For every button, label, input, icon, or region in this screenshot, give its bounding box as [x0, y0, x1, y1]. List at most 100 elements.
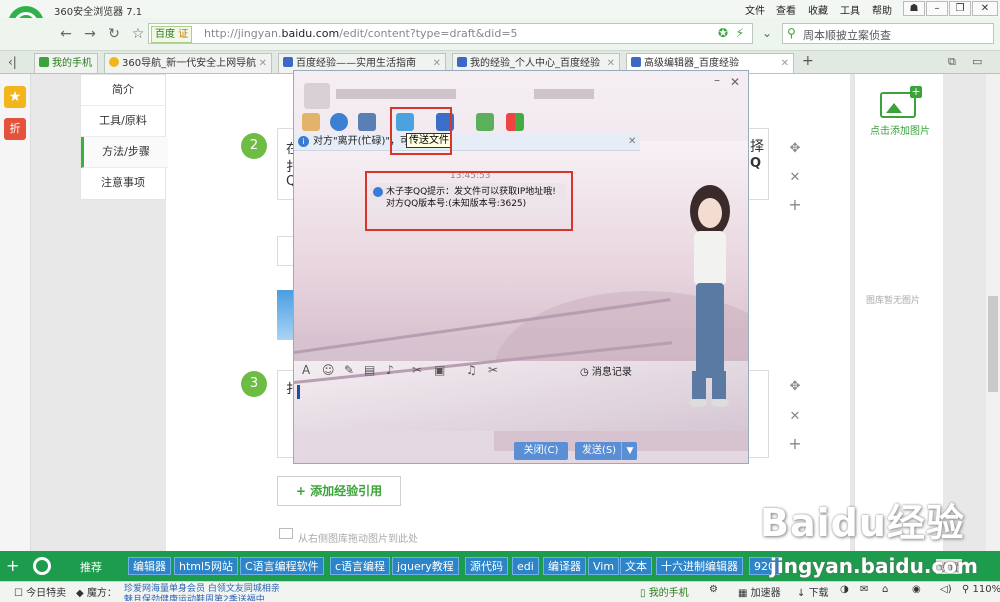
speed-mode-icon[interactable]: ⚡	[736, 26, 744, 40]
fav-item[interactable]: Vim	[588, 557, 620, 575]
menu-file[interactable]: 文件	[745, 2, 765, 17]
move-handle-icon[interactable]: ✥	[788, 142, 802, 156]
menu-tools[interactable]: 工具	[840, 2, 860, 17]
contact-name-area	[304, 81, 604, 109]
magic-icon[interactable]: ✎	[344, 363, 354, 377]
url-text[interactable]: http://jingyan.baidu.com/edit/content?ty…	[204, 27, 518, 40]
download[interactable]: ↓ 下载	[797, 584, 829, 599]
sound-icon[interactable]: ◁)	[940, 584, 952, 595]
fav-item[interactable]: c语言编程	[330, 557, 391, 575]
hand-icon[interactable]	[302, 113, 320, 131]
search-engine-selector[interactable]: 百度 证	[151, 26, 193, 43]
back-arrow-icon[interactable]: ←	[56, 24, 76, 44]
delete-step-icon[interactable]: ✕	[788, 410, 802, 424]
ticker-line-2[interactable]: 魅且保劲健康运动鞋周第2季送福中	[124, 592, 265, 601]
image-insert-icon[interactable]: ▣	[434, 363, 445, 377]
nav-tools[interactable]: 工具/原料	[81, 106, 165, 137]
fav-item[interactable]: 文本	[620, 557, 652, 575]
fav-item[interactable]: 编辑器	[128, 557, 171, 575]
refresh-icon[interactable]: ↻	[104, 24, 124, 44]
today-sale[interactable]: ☐ 今日特卖	[14, 584, 66, 599]
magic-cube[interactable]: ◆ 魔方：	[76, 584, 117, 599]
tab-360-nav[interactable]: 360导航_新一代安全上网导航 ✕	[104, 53, 272, 73]
bookmark-star-icon[interactable]: ☆	[128, 24, 148, 44]
nav-intro[interactable]: 简介	[81, 75, 165, 106]
status-icon-1[interactable]: ◑	[840, 584, 849, 595]
section-nav: 简介 工具/原料 方法/步骤 注意事项	[80, 74, 168, 200]
qq-chat-window[interactable]: – ✕ i对方"离开(忙碌)"，可回复 ✕ 传送文件 13:45:53 木子李Q…	[293, 70, 749, 464]
screenshot-icon[interactable]: ✂	[412, 363, 422, 377]
menu-view[interactable]: 查看	[776, 2, 796, 17]
fav-item[interactable]: edi	[512, 557, 539, 575]
menu-favorites[interactable]: 收藏	[808, 2, 828, 17]
fav-item[interactable]: 编译器	[543, 557, 586, 575]
close-chat-button[interactable]: 关闭(C)	[514, 442, 568, 460]
highlight-box	[390, 107, 452, 155]
qq-close-icon[interactable]: ✕	[730, 75, 740, 89]
close-window-button[interactable]: ✕	[972, 1, 998, 16]
forward-arrow-icon[interactable]: →	[80, 24, 100, 44]
minimize-button[interactable]: –	[926, 1, 948, 16]
shake-icon[interactable]: ▤	[364, 363, 375, 377]
minimize-icon[interactable]: –	[714, 73, 720, 87]
search-input[interactable]: ⚲ 周本顺披立案侦查	[782, 23, 994, 44]
tab-scroll-left-icon[interactable]: ‹|	[8, 55, 17, 69]
add-app-icon[interactable]	[476, 113, 494, 131]
message-history[interactable]: ◷ 消息记录	[580, 363, 632, 378]
add-favorite-icon[interactable]: +	[6, 556, 19, 575]
cut-icon[interactable]: ✂	[488, 363, 498, 377]
image-icon	[279, 528, 293, 539]
my-phone[interactable]: ▯ 我的手机	[640, 584, 689, 599]
add-image-icon[interactable]: +	[880, 86, 922, 118]
dropdown-arrow-icon[interactable]: ⌄	[762, 26, 772, 40]
maximize-button[interactable]: ❐	[949, 1, 971, 16]
tab-list-icon[interactable]: ▭	[972, 55, 982, 68]
voice-icon[interactable]: ♪	[386, 363, 394, 377]
fav-item[interactable]: C语言编程软件	[240, 557, 324, 575]
send-options-dropdown[interactable]: ▼	[621, 442, 638, 460]
music-icon[interactable]: ♫	[466, 363, 477, 377]
new-tab-plus-icon[interactable]: +	[802, 53, 814, 69]
status-icon-4[interactable]: ◉	[912, 584, 921, 595]
address-bar[interactable]: 百度 证 http://jingyan.baidu.com/edit/conte…	[148, 23, 753, 44]
fav-logo-icon[interactable]	[33, 557, 51, 575]
video-call-icon[interactable]	[330, 113, 348, 131]
search-input-text: 周本顺披立案侦查	[803, 29, 891, 42]
browser-sidebar	[0, 74, 31, 551]
status-icon-3[interactable]: ⌂	[882, 584, 888, 595]
tab-close-icon[interactable]: ✕	[259, 54, 267, 73]
add-step-icon[interactable]: +	[788, 197, 802, 213]
fav-item[interactable]: html5网站	[174, 557, 239, 575]
add-image-label[interactable]: 点击添加图片	[870, 122, 930, 137]
notice-close-icon[interactable]: ✕	[628, 134, 636, 150]
restore-tab-icon[interactable]: ⧉	[948, 55, 956, 69]
apps-grid-icon[interactable]	[506, 113, 524, 131]
status-tool-icon[interactable]: ⚙	[709, 584, 718, 595]
font-icon[interactable]: A	[302, 363, 310, 377]
skin-icon[interactable]: ☗	[903, 1, 925, 16]
fav-item[interactable]: jquery教程	[392, 557, 459, 575]
screen-share-icon[interactable]	[358, 113, 376, 131]
favorites-star-icon[interactable]: ★	[4, 86, 26, 108]
move-handle-icon[interactable]: ✥	[788, 380, 802, 394]
emoji-icon[interactable]: ☺	[322, 363, 335, 377]
discount-icon[interactable]: 折	[4, 118, 26, 140]
accelerator[interactable]: ▦ 加速器	[738, 584, 781, 599]
step-image-thumbnail	[277, 290, 293, 340]
tab-close-icon[interactable]: ✕	[781, 54, 789, 73]
zoom-level[interactable]: ⚲ 110%	[962, 584, 1000, 595]
scrollbar-thumb[interactable]	[988, 296, 998, 392]
message-input[interactable]	[296, 381, 748, 441]
delete-step-icon[interactable]: ✕	[788, 171, 802, 185]
fav-item[interactable]: 十六进制编辑器	[656, 557, 743, 575]
nav-notes[interactable]: 注意事项	[81, 168, 165, 198]
status-icon-2[interactable]: ✉	[860, 584, 868, 595]
menu-help[interactable]: 帮助	[872, 2, 892, 17]
tab-my-phone[interactable]: 我的手机	[34, 53, 98, 73]
fav-item[interactable]: 源代码	[465, 557, 508, 575]
add-step-icon[interactable]: +	[788, 436, 802, 452]
recommend-label[interactable]: 推荐	[80, 559, 102, 575]
add-reference-button[interactable]: + 添加经验引用	[277, 476, 401, 506]
security-shield-icon[interactable]: ✪	[718, 26, 728, 40]
nav-steps[interactable]: 方法/步骤	[81, 137, 168, 168]
